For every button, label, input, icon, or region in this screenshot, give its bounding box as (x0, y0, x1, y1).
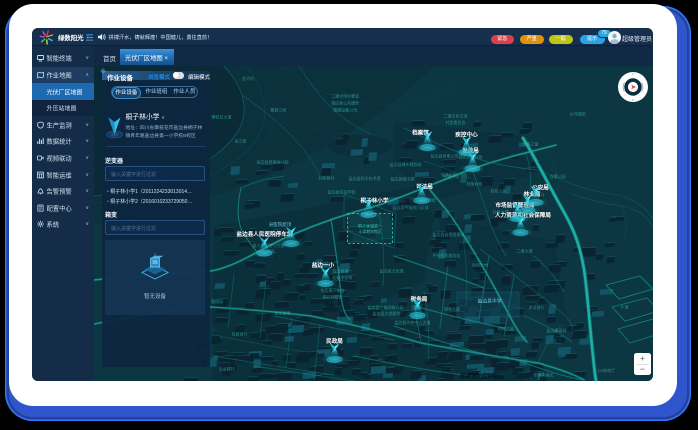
svg-text:二滩文化交流: 二滩文化交流 (444, 112, 468, 118)
svg-text:盐边县购物中心大道: 盐边县购物中心大道 (395, 319, 431, 325)
svg-text:盐边县人民医院停车场: 盐边县人民医院停车场 (237, 230, 293, 238)
svg-text:雅砻江桥: 雅砻江桥 (271, 106, 287, 112)
svg-text:盐边县城乡规划局: 盐边县城乡规划局 (390, 161, 422, 167)
svg-text:二滩大道: 二滩大道 (517, 247, 533, 253)
svg-text:河滨小区: 河滨小区 (441, 171, 457, 177)
svg-text:机械大厦: 机械大厦 (498, 324, 514, 330)
svg-text:初级中学校: 初级中学校 (333, 274, 353, 280)
svg-text:建设银行: 建设银行 (529, 303, 545, 309)
svg-text:桂家村桥: 桂家村桥 (467, 180, 483, 186)
svg-text:桐子林小学: 桐子林小学 (361, 196, 389, 204)
svg-text:银泰大厦: 银泰大厦 (444, 305, 460, 311)
svg-text:单位宿舍: 单位宿舍 (275, 309, 291, 315)
svg-text:俊石别墅区: 俊石别墅区 (323, 293, 343, 299)
svg-text:民政局: 民政局 (326, 337, 343, 345)
svg-text:乡村农机服务店: 乡村农机服务店 (433, 252, 461, 258)
svg-text:盐边县城南幼儿园: 盐边县城南幼儿园 (257, 158, 289, 164)
svg-text:盐边县图书馆: 盐边县图书馆 (391, 175, 415, 181)
svg-text:盐边县自然资源局: 盐边县自然资源局 (433, 230, 465, 236)
svg-text:桂花小区: 桂花小区 (491, 187, 507, 193)
svg-text:俄边县公共服务: 俄边县公共服务 (331, 99, 359, 105)
svg-text:盐边县广电网络公司: 盐边县广电网络公司 (368, 303, 404, 309)
svg-text:盐边一小: 盐边一小 (312, 261, 335, 269)
svg-text:小学校B校区: 小学校B校区 (359, 228, 382, 234)
svg-text:五金商行: 五金商行 (219, 365, 235, 371)
svg-text:郎枫大酒店: 郎枫大酒店 (534, 371, 554, 377)
svg-text:共和新村: 共和新村 (319, 174, 335, 180)
svg-text:县医院屋顶: 县医院屋顶 (269, 221, 292, 228)
svg-text:红格之窗: 红格之窗 (523, 140, 539, 146)
svg-text:盐边县实验学校: 盐边县实验学校 (328, 188, 356, 194)
svg-text:管理局: 管理局 (211, 298, 223, 304)
svg-text:和悦天地: 和悦天地 (472, 261, 488, 267)
svg-text:白鹭公园: 白鹭公园 (550, 172, 566, 178)
svg-text:金河村: 金河村 (242, 75, 254, 81)
svg-text:大坪梯田: 大坪梯田 (570, 110, 586, 116)
svg-text:金江街: 金江街 (235, 137, 247, 143)
svg-text:桐子林镇第一: 桐子林镇第一 (358, 222, 382, 228)
svg-text:盐边县第一: 盐边县第一 (333, 267, 353, 273)
svg-text:盐边县文化馆: 盐边县文化馆 (380, 267, 404, 273)
svg-text:疾控中心: 疾控中心 (455, 130, 478, 138)
svg-text:D1栋商厅: D1栋商厅 (598, 367, 615, 373)
svg-text:盐边县大地影院: 盐边县大地影院 (373, 310, 401, 316)
svg-text:农商银行: 农商银行 (232, 330, 248, 336)
svg-text:精通设备公司: 精通设备公司 (333, 106, 357, 112)
svg-text:乡道: 乡道 (621, 303, 629, 309)
svg-text:二滩水电村委会: 二滩水电村委会 (331, 92, 359, 98)
svg-text:盐边县中学: 盐边县中学 (478, 297, 502, 304)
svg-text:攀枝花大道: 攀枝花大道 (212, 113, 232, 119)
svg-text:村民委员会: 村民委员会 (446, 119, 466, 125)
svg-text:盐边客运站: 盐边客运站 (547, 326, 567, 332)
svg-text:盐边县科学技术馆: 盐边县科学技术馆 (349, 175, 381, 181)
svg-text:疾病预防控制中心: 疾病预防控制中心 (460, 372, 504, 380)
